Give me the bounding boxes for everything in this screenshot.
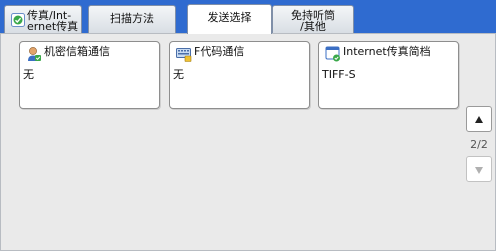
confidential-mailbox-icon — [26, 46, 42, 62]
page-indicator: 2/2 — [470, 138, 488, 151]
tab-on-hook-other-label: 免持听筒 /其他 — [291, 9, 335, 33]
scroll-up-button[interactable] — [466, 106, 492, 132]
tab-scan-method-label: 扫描方法 — [110, 12, 154, 25]
confidential-mailbox-button[interactable]: 机密信箱通信 无 — [19, 41, 160, 109]
f-code-value: 无 — [173, 68, 184, 81]
f-code-title: F代码通信 — [194, 45, 245, 58]
internet-fax-profile-value: TIFF-S — [322, 68, 356, 81]
options-panel: 机密信箱通信 无 F代码通信 无 Internet传真简档 TIFF-S 2/2 — [0, 33, 496, 251]
fax-icon — [11, 13, 25, 27]
f-code-icon — [176, 46, 192, 62]
tab-bar: 传真/Int- ernet传真 扫描方法 发送选择 免持听筒 /其他 — [0, 0, 496, 34]
confidential-mailbox-title: 机密信箱通信 — [44, 45, 110, 58]
tab-send-options-label: 发送选择 — [207, 11, 252, 24]
tab-fax-internet-fax-label: 传真/Int- ernet传真 — [27, 9, 79, 33]
arrow-down-icon — [475, 167, 483, 174]
confidential-mailbox-value: 无 — [23, 68, 34, 81]
tab-on-hook-other[interactable]: 免持听筒 /其他 — [272, 5, 354, 33]
arrow-up-icon — [475, 116, 483, 123]
tab-send-options[interactable]: 发送选择 — [187, 4, 272, 34]
internet-fax-profile-title: Internet传真简档 — [343, 45, 431, 58]
f-code-button[interactable]: F代码通信 无 — [169, 41, 310, 109]
options-area: 机密信箱通信 无 F代码通信 无 Internet传真简档 TIFF-S 2/2 — [9, 34, 493, 250]
scroll-down-button[interactable] — [466, 156, 492, 182]
tab-scan-method[interactable]: 扫描方法 — [88, 5, 176, 33]
internet-fax-profile-button[interactable]: Internet传真简档 TIFF-S — [318, 41, 459, 109]
tab-fax-internet-fax[interactable]: 传真/Int- ernet传真 — [4, 5, 82, 33]
internet-fax-profile-icon — [325, 46, 341, 62]
